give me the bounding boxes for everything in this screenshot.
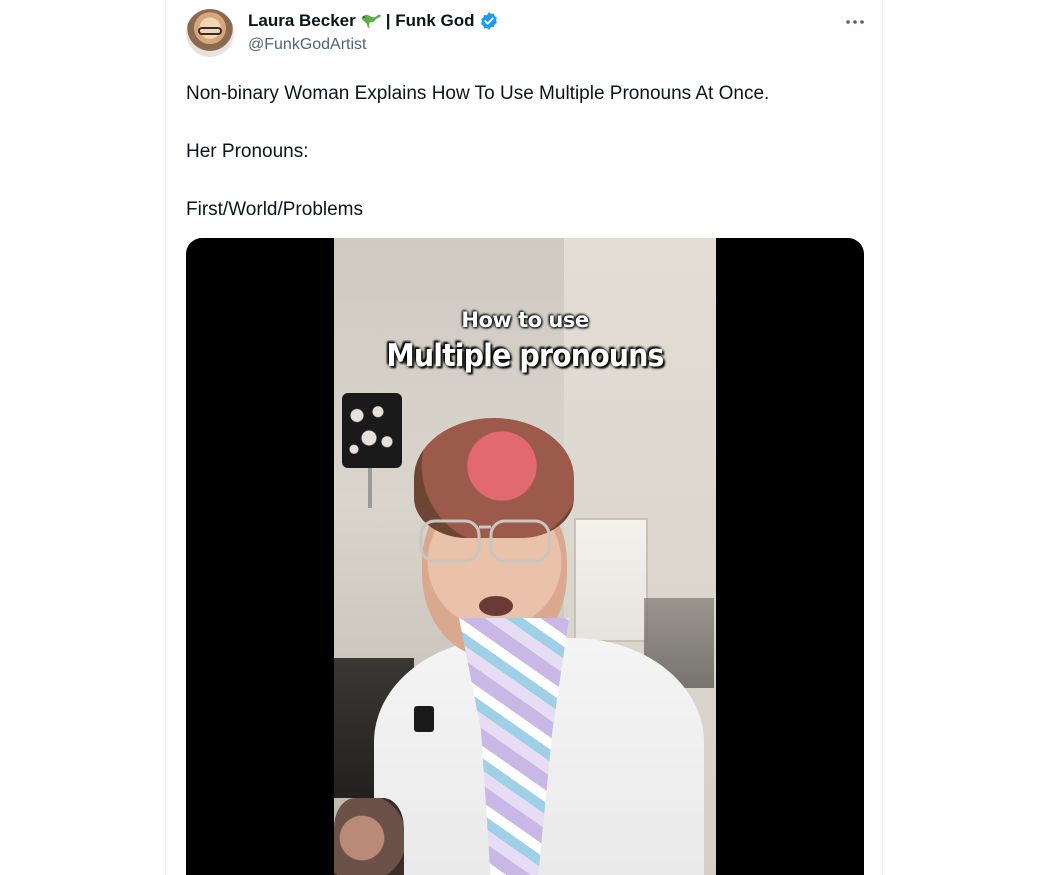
author-name[interactable]: Laura Becker: [248, 11, 356, 31]
person-glasses: [419, 519, 551, 563]
author-name-row[interactable]: Laura Becker | Funk God: [248, 11, 499, 31]
video-caption-top: How to use: [461, 308, 589, 332]
video-player[interactable]: How to use Multiple pronouns: [186, 238, 864, 875]
tweet-card[interactable]: Laura Becker | Funk God @FunkGodArtist N…: [165, 0, 883, 875]
tweet-text-line: Her Pronouns:: [186, 141, 309, 162]
wall-lamp-arm: [368, 468, 372, 508]
video-caption-bottom: Multiple pronouns: [386, 338, 664, 374]
background-doorway: [574, 518, 648, 642]
person-arm: [334, 798, 404, 875]
video-frame[interactable]: How to use Multiple pronouns: [334, 238, 716, 875]
author-name-suffix[interactable]: | Funk God: [386, 11, 475, 31]
more-options-icon[interactable]: [842, 9, 868, 35]
avatar[interactable]: [186, 9, 234, 57]
tweet-text-line: First/World/Problems: [186, 199, 364, 220]
gecko-icon: [360, 11, 382, 31]
tweet-text: Non-binary Woman Explains How To Use Mul…: [186, 81, 866, 222]
shirt-badge: [414, 706, 434, 732]
verified-badge-icon: [479, 11, 499, 31]
author-handle[interactable]: @FunkGodArtist: [248, 36, 367, 54]
avatar-glasses: [198, 27, 222, 35]
person-mouth: [479, 596, 513, 616]
tweet-text-line: Non-binary Woman Explains How To Use Mul…: [186, 83, 770, 104]
wall-lamp: [342, 393, 402, 468]
page: Laura Becker | Funk God @FunkGodArtist N…: [0, 0, 1050, 875]
